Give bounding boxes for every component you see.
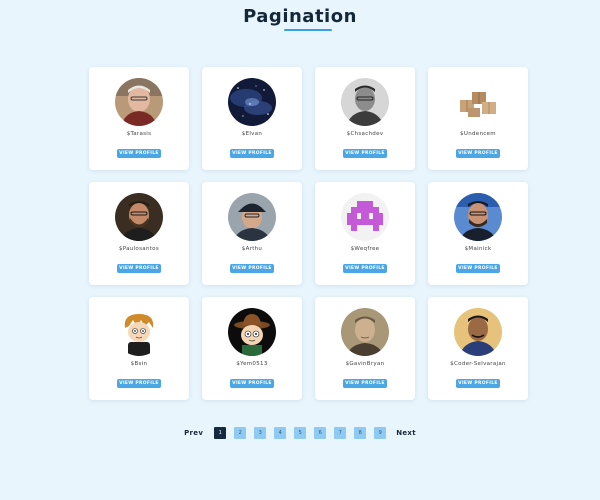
- user-card: $Paulosantos VIEW PROFILE: [89, 182, 189, 285]
- avatar: [341, 78, 389, 126]
- avatar-older-man-photo: [115, 78, 163, 126]
- avatar-galaxy-image: [228, 78, 276, 126]
- view-profile-button[interactable]: VIEW PROFILE: [343, 264, 387, 273]
- next-page-link[interactable]: Next: [396, 429, 416, 437]
- user-card: $Coder-Selvarajan VIEW PROFILE: [428, 297, 528, 400]
- avatar: [454, 78, 502, 126]
- page-button-4[interactable]: 4: [274, 426, 287, 439]
- user-card: $Yem0513 VIEW PROFILE: [202, 297, 302, 400]
- username: $Undencem: [460, 131, 496, 137]
- user-card: $Arthu VIEW PROFILE: [202, 182, 302, 285]
- user-card: $GavinBryan VIEW PROFILE: [315, 297, 415, 400]
- avatar-cartoon-cowboy: [228, 308, 276, 356]
- view-profile-button[interactable]: VIEW PROFILE: [117, 264, 161, 273]
- username: $Weqfree: [350, 246, 380, 252]
- page-button-7[interactable]: 7: [334, 426, 347, 439]
- page-button-9[interactable]: 9: [374, 426, 387, 439]
- avatar-sepia-man-photo: [341, 308, 389, 356]
- username: $GavinBryan: [345, 361, 385, 367]
- avatar: [454, 308, 502, 356]
- avatar-man-blue-shirt-photo: [454, 308, 502, 356]
- avatar-cartoon-character: [115, 308, 163, 356]
- avatar-pixel-invader: [341, 193, 389, 241]
- username: $Elvan: [241, 131, 263, 137]
- avatar-bw-man-photo: [341, 78, 389, 126]
- username: $Yem0513: [236, 361, 268, 367]
- user-card: $Bsin VIEW PROFILE: [89, 297, 189, 400]
- pagination-page: Pagination $Tarasis VIEW PROFILE $Elvan …: [0, 0, 600, 500]
- page-title: Pagination: [243, 6, 357, 27]
- avatar: [115, 308, 163, 356]
- page-button-1[interactable]: 1: [214, 426, 227, 439]
- avatar: [454, 193, 502, 241]
- view-profile-button[interactable]: VIEW PROFILE: [456, 379, 500, 388]
- avatar: [115, 193, 163, 241]
- view-profile-button[interactable]: VIEW PROFILE: [230, 379, 274, 388]
- view-profile-button[interactable]: VIEW PROFILE: [343, 379, 387, 388]
- username: $Arthu: [241, 246, 263, 252]
- page-button-5[interactable]: 5: [294, 426, 307, 439]
- view-profile-button[interactable]: VIEW PROFILE: [456, 149, 500, 158]
- username: $Coder-Selvarajan: [450, 361, 506, 367]
- prev-page-link[interactable]: Prev: [184, 429, 203, 437]
- view-profile-button[interactable]: VIEW PROFILE: [343, 149, 387, 158]
- page-button-6[interactable]: 6: [314, 426, 327, 439]
- avatar-boxes-image: [454, 78, 502, 126]
- username: $Mainick: [464, 246, 492, 252]
- user-card: $Mainick VIEW PROFILE: [428, 182, 528, 285]
- page-button-3[interactable]: 3: [254, 426, 267, 439]
- avatar: [228, 78, 276, 126]
- pagination: Prev 1 2 3 4 5 6 7 8 9 Next: [0, 426, 600, 439]
- avatar: [228, 308, 276, 356]
- title-underline: [284, 29, 332, 31]
- username: $Bsin: [130, 361, 148, 367]
- user-card: $Elvan VIEW PROFILE: [202, 67, 302, 170]
- avatar-bearded-man-photo: [115, 193, 163, 241]
- username: $Tarasis: [126, 131, 152, 137]
- avatar: [341, 193, 389, 241]
- user-card: $Weqfree VIEW PROFILE: [315, 182, 415, 285]
- view-profile-button[interactable]: VIEW PROFILE: [230, 264, 274, 273]
- user-card-grid: $Tarasis VIEW PROFILE $Elvan VIEW PROFIL…: [89, 67, 528, 400]
- username: $Paulosantos: [118, 246, 160, 252]
- user-card: $Chsachdev VIEW PROFILE: [315, 67, 415, 170]
- avatar-man-cap-photo: [228, 193, 276, 241]
- view-profile-button[interactable]: VIEW PROFILE: [117, 379, 161, 388]
- page-button-2[interactable]: 2: [234, 426, 247, 439]
- avatar: [228, 193, 276, 241]
- username: $Chsachdev: [346, 131, 384, 137]
- user-card: $Tarasis VIEW PROFILE: [89, 67, 189, 170]
- view-profile-button[interactable]: VIEW PROFILE: [117, 149, 161, 158]
- view-profile-button[interactable]: VIEW PROFILE: [456, 264, 500, 273]
- user-card: $Undencem VIEW PROFILE: [428, 67, 528, 170]
- avatar: [115, 78, 163, 126]
- page-button-8[interactable]: 8: [354, 426, 367, 439]
- view-profile-button[interactable]: VIEW PROFILE: [230, 149, 274, 158]
- avatar-man-glasses-photo: [454, 193, 502, 241]
- avatar: [341, 308, 389, 356]
